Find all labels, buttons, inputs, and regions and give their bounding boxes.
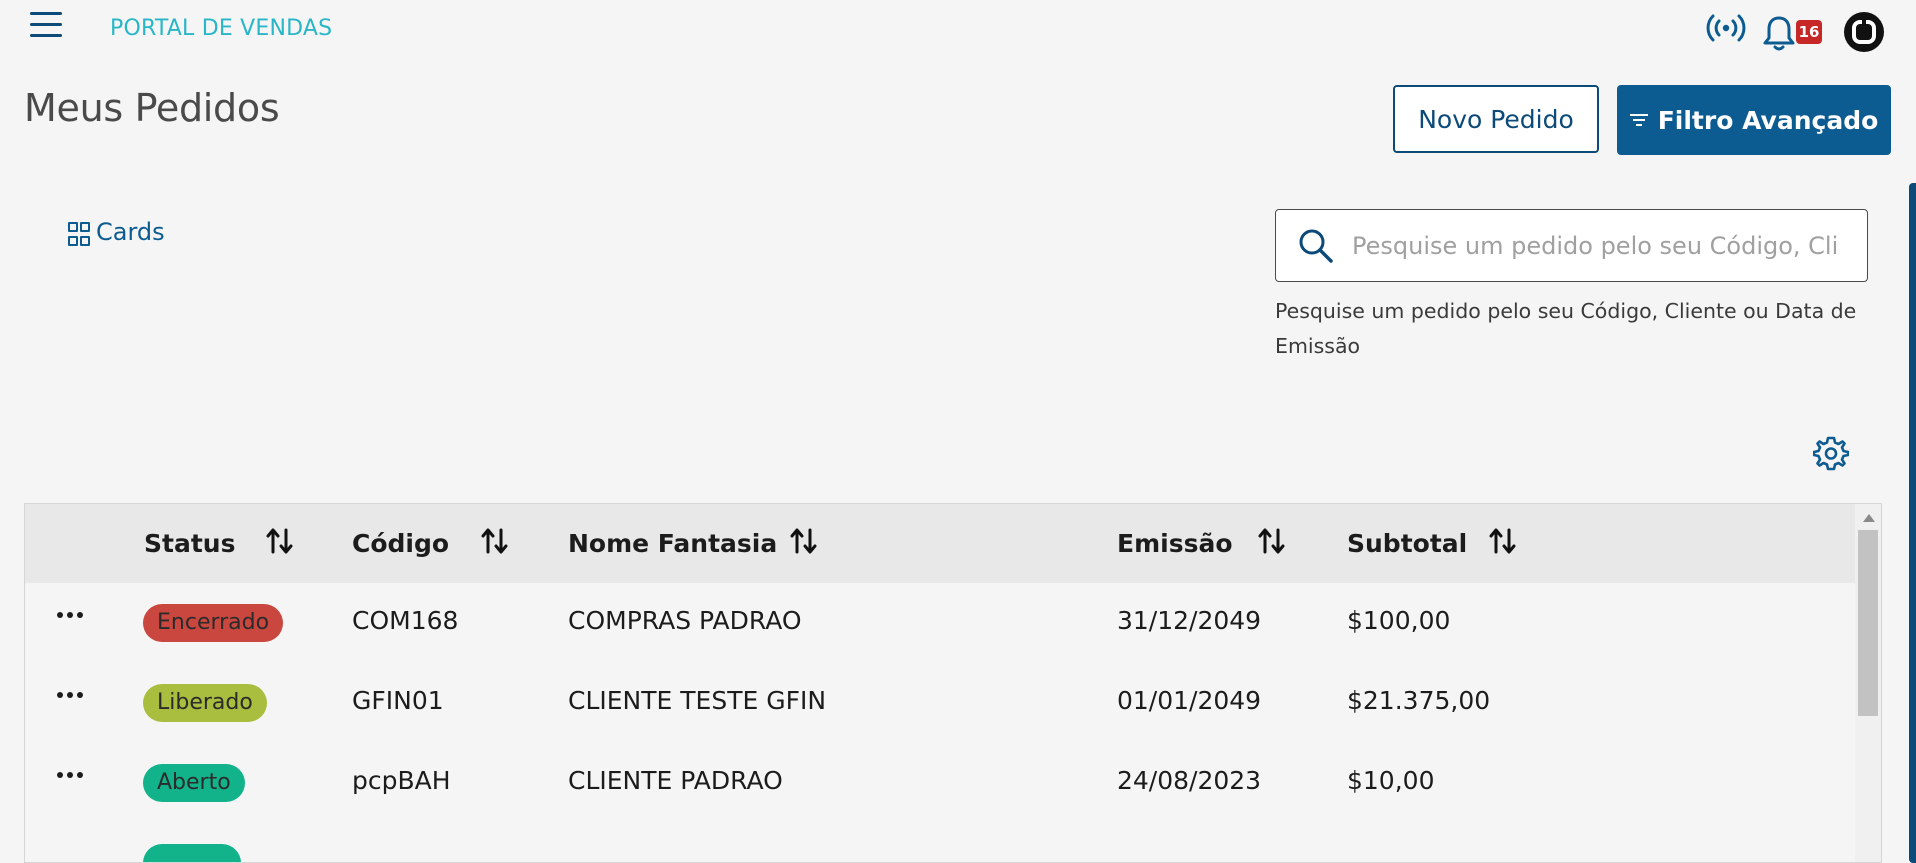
new-order-label: Novo Pedido	[1418, 104, 1574, 134]
sort-icon[interactable]	[265, 526, 295, 556]
cell-emissao: 01/01/2049	[1117, 686, 1262, 715]
gear-icon[interactable]	[1813, 435, 1849, 471]
advanced-filter-label: Filtro Avançado	[1657, 105, 1879, 135]
column-header-subtotal: Subtotal	[1347, 529, 1468, 558]
sort-icon[interactable]	[1488, 526, 1518, 556]
more-actions-icon[interactable]	[57, 692, 83, 698]
sort-icon[interactable]	[789, 526, 819, 556]
cell-codigo: GFIN01	[352, 686, 444, 715]
more-actions-icon[interactable]	[57, 612, 83, 618]
cards-view-label: Cards	[96, 218, 165, 246]
cell-codigo: pcpBAH	[352, 766, 451, 795]
sort-icon[interactable]	[480, 526, 510, 556]
cell-codigo: COM168	[352, 606, 459, 635]
hamburger-menu-icon[interactable]	[30, 12, 66, 40]
notification-badge: 16	[1796, 20, 1822, 44]
column-header-emissao: Emissão	[1117, 529, 1233, 558]
cell-nome-fantasia: CLIENTE TESTE GFIN	[568, 686, 827, 715]
search-help-text: Pesquise um pedido pelo seu Código, Clie…	[1275, 299, 1857, 358]
search-input[interactable]	[1350, 210, 1840, 282]
user-avatar-icon[interactable]	[1843, 11, 1885, 53]
search-box	[1275, 209, 1868, 282]
table-row[interactable]: Liberado GFIN01 CLIENTE TESTE GFIN 01/01…	[25, 664, 1855, 744]
scroll-thumb[interactable]	[1858, 530, 1878, 716]
cell-subtotal: $100,00	[1347, 606, 1451, 635]
table-scrollbar[interactable]	[1855, 504, 1881, 862]
column-header-status: Status	[144, 529, 236, 558]
more-actions-icon[interactable]	[57, 772, 83, 778]
cell-nome-fantasia: CLIENTE PADRAO	[568, 766, 783, 795]
cell-emissao: 24/08/2023	[1117, 766, 1262, 795]
sort-icon[interactable]	[1257, 526, 1287, 556]
table-row[interactable]	[25, 824, 1855, 862]
top-bar: PORTAL DE VENDAS 16	[0, 0, 1916, 60]
grid-icon	[68, 222, 90, 246]
connection-icon[interactable]	[1706, 12, 1746, 44]
cell-subtotal: $10,00	[1347, 766, 1435, 795]
column-header-nome-fantasia: Nome Fantasia	[568, 529, 778, 558]
new-order-button[interactable]: Novo Pedido	[1393, 85, 1599, 153]
scroll-up-arrow-icon[interactable]	[1863, 514, 1875, 522]
filter-icon	[1629, 113, 1648, 127]
cards-view-toggle[interactable]: Cards	[68, 218, 165, 246]
cell-subtotal: $21.375,00	[1347, 686, 1491, 715]
status-badge: Encerrado	[143, 604, 284, 642]
table-row[interactable]: Aberto pcpBAH CLIENTE PADRAO 24/08/2023 …	[25, 744, 1855, 824]
page-title: Meus Pedidos	[24, 86, 280, 130]
page-scrollbar[interactable]	[1909, 183, 1916, 863]
bell-icon[interactable]	[1762, 14, 1796, 52]
search-icon	[1299, 229, 1333, 263]
app-title: PORTAL DE VENDAS	[110, 16, 333, 41]
status-badge: Liberado	[143, 684, 267, 722]
status-badge: Aberto	[143, 764, 245, 802]
cell-nome-fantasia: COMPRAS PADRAO	[568, 606, 802, 635]
table-header: Status Código Nome Fantasia Emissão Subt…	[25, 504, 1855, 583]
orders-table: Status Código Nome Fantasia Emissão Subt…	[24, 503, 1882, 863]
column-header-codigo: Código	[352, 529, 450, 558]
cell-emissao: 31/12/2049	[1117, 606, 1262, 635]
table-row[interactable]: Encerrado COM168 COMPRAS PADRAO 31/12/20…	[25, 584, 1855, 664]
advanced-filter-button[interactable]: Filtro Avançado	[1617, 85, 1891, 155]
